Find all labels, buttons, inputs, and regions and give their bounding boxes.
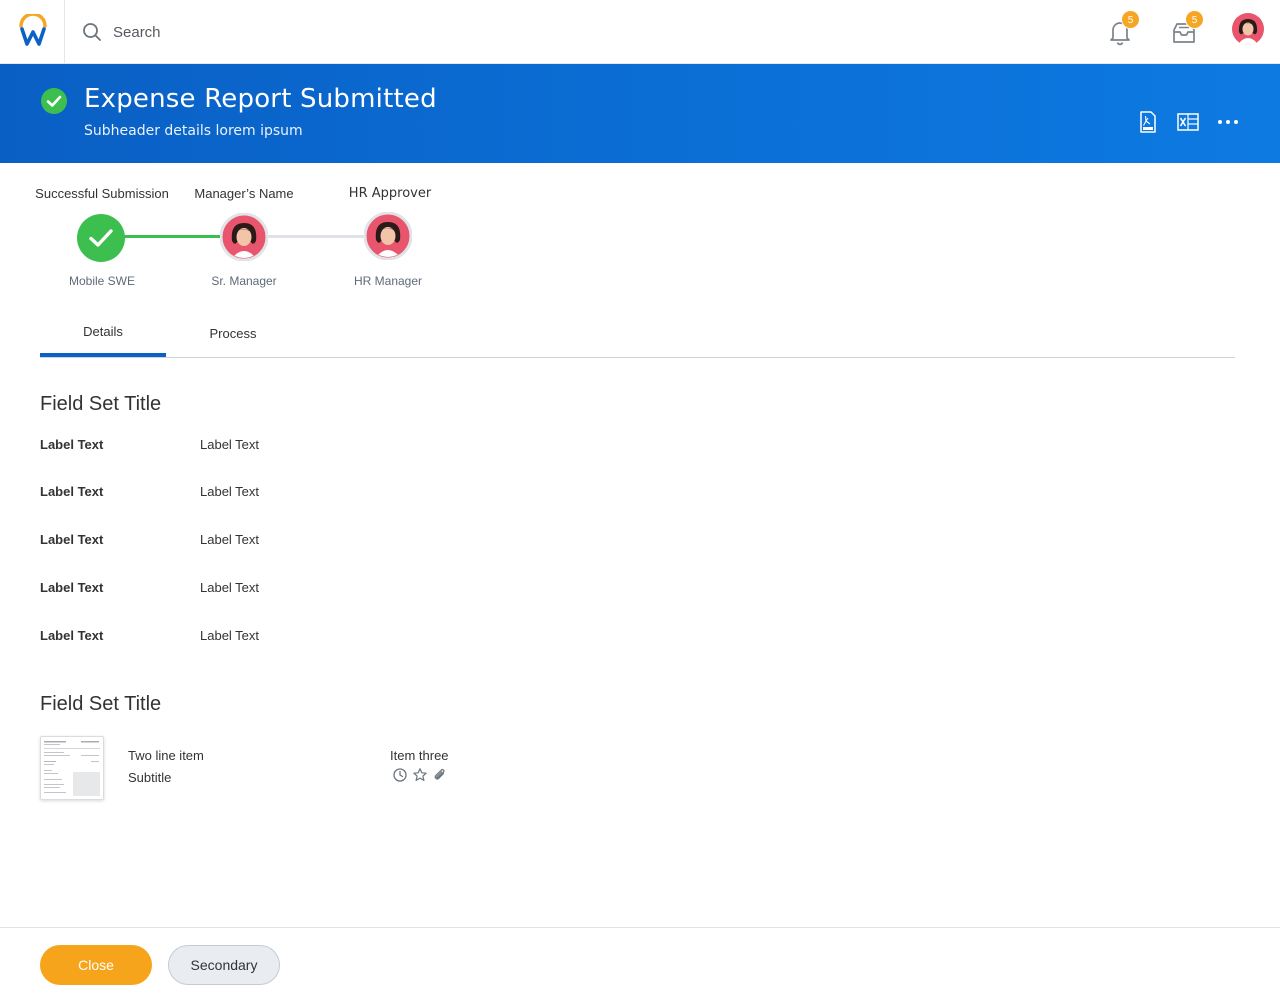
search-input[interactable] (113, 23, 413, 41)
step-2-title: Manager’s Name (194, 186, 294, 201)
field-label: Label Text (40, 532, 104, 547)
more-icon (1218, 120, 1238, 124)
search-icon (83, 23, 101, 41)
document-thumbnail[interactable] (40, 736, 104, 800)
workday-logo-icon (19, 14, 47, 46)
item-subtitle: Subtitle (128, 770, 172, 785)
page-subtitle: Subheader details lorem ipsum (84, 123, 303, 139)
field-value: Label Text (200, 484, 260, 499)
pdf-icon (1140, 111, 1156, 133)
tab-bar: Details Process (40, 310, 1235, 358)
field-value: Label Text (200, 437, 260, 452)
excel-icon (1177, 113, 1199, 131)
field-label: Label Text (40, 628, 104, 643)
step-complete-check-icon (77, 214, 125, 262)
tab-details-label: Details (83, 324, 123, 339)
item-meta-label: Item three (390, 748, 449, 763)
secondary-button[interactable]: Secondary (168, 945, 280, 985)
logo-cell[interactable] (0, 0, 65, 64)
inbox-badge: 5 (1185, 10, 1204, 29)
search-box[interactable] (82, 21, 413, 43)
manager-avatar-icon (219, 212, 269, 262)
document-preview-icon (41, 737, 103, 799)
user-avatar[interactable] (1231, 12, 1265, 46)
step-2-node[interactable] (219, 212, 269, 266)
top-bar: 5 5 (0, 0, 1280, 64)
field-value: Label Text (200, 580, 260, 595)
step-3-node[interactable] (363, 211, 413, 265)
more-options-button[interactable] (1216, 110, 1240, 134)
notifications-button[interactable]: 5 (1104, 10, 1140, 48)
step-3-title: HR Approver (348, 186, 432, 201)
clock-icon (392, 767, 408, 783)
fieldset-1-title: Field Set Title (40, 393, 162, 415)
item-title[interactable]: Two line item (128, 748, 204, 763)
footer-action-bar: Close Secondary (0, 927, 1280, 1000)
tab-process[interactable]: Process (170, 310, 296, 357)
avatar-icon (1232, 13, 1264, 45)
tab-details[interactable]: Details (40, 310, 166, 357)
star-icon[interactable] (412, 767, 428, 783)
step-2-subtitle: Sr. Manager (211, 274, 277, 288)
export-excel-button[interactable] (1176, 110, 1200, 134)
step-connector-complete (124, 235, 222, 238)
field-label: Label Text (40, 437, 104, 452)
field-label: Label Text (40, 484, 104, 499)
step-1-node[interactable] (77, 214, 125, 267)
success-check-icon (41, 88, 67, 114)
inbox-button[interactable]: 5 (1168, 10, 1204, 48)
step-1-subtitle: Mobile SWE (68, 274, 136, 288)
step-connector-pending (266, 235, 366, 238)
step-3-subtitle: HR Manager (353, 274, 423, 288)
field-label: Label Text (40, 580, 104, 595)
tab-process-label: Process (209, 326, 257, 341)
field-value: Label Text (200, 628, 260, 643)
close-button[interactable]: Close (40, 945, 152, 985)
paperclip-icon[interactable] (432, 767, 448, 783)
notifications-badge: 5 (1121, 10, 1140, 29)
hr-avatar-icon (363, 211, 413, 261)
page-header-banner: Expense Report Submitted Subheader detai… (0, 64, 1280, 163)
field-value: Label Text (200, 532, 260, 547)
step-1-title: Successful Submission (35, 186, 169, 201)
page-title: Expense Report Submitted (84, 84, 437, 114)
fieldset-2-title: Field Set Title (40, 693, 162, 715)
export-pdf-button[interactable] (1136, 110, 1160, 134)
